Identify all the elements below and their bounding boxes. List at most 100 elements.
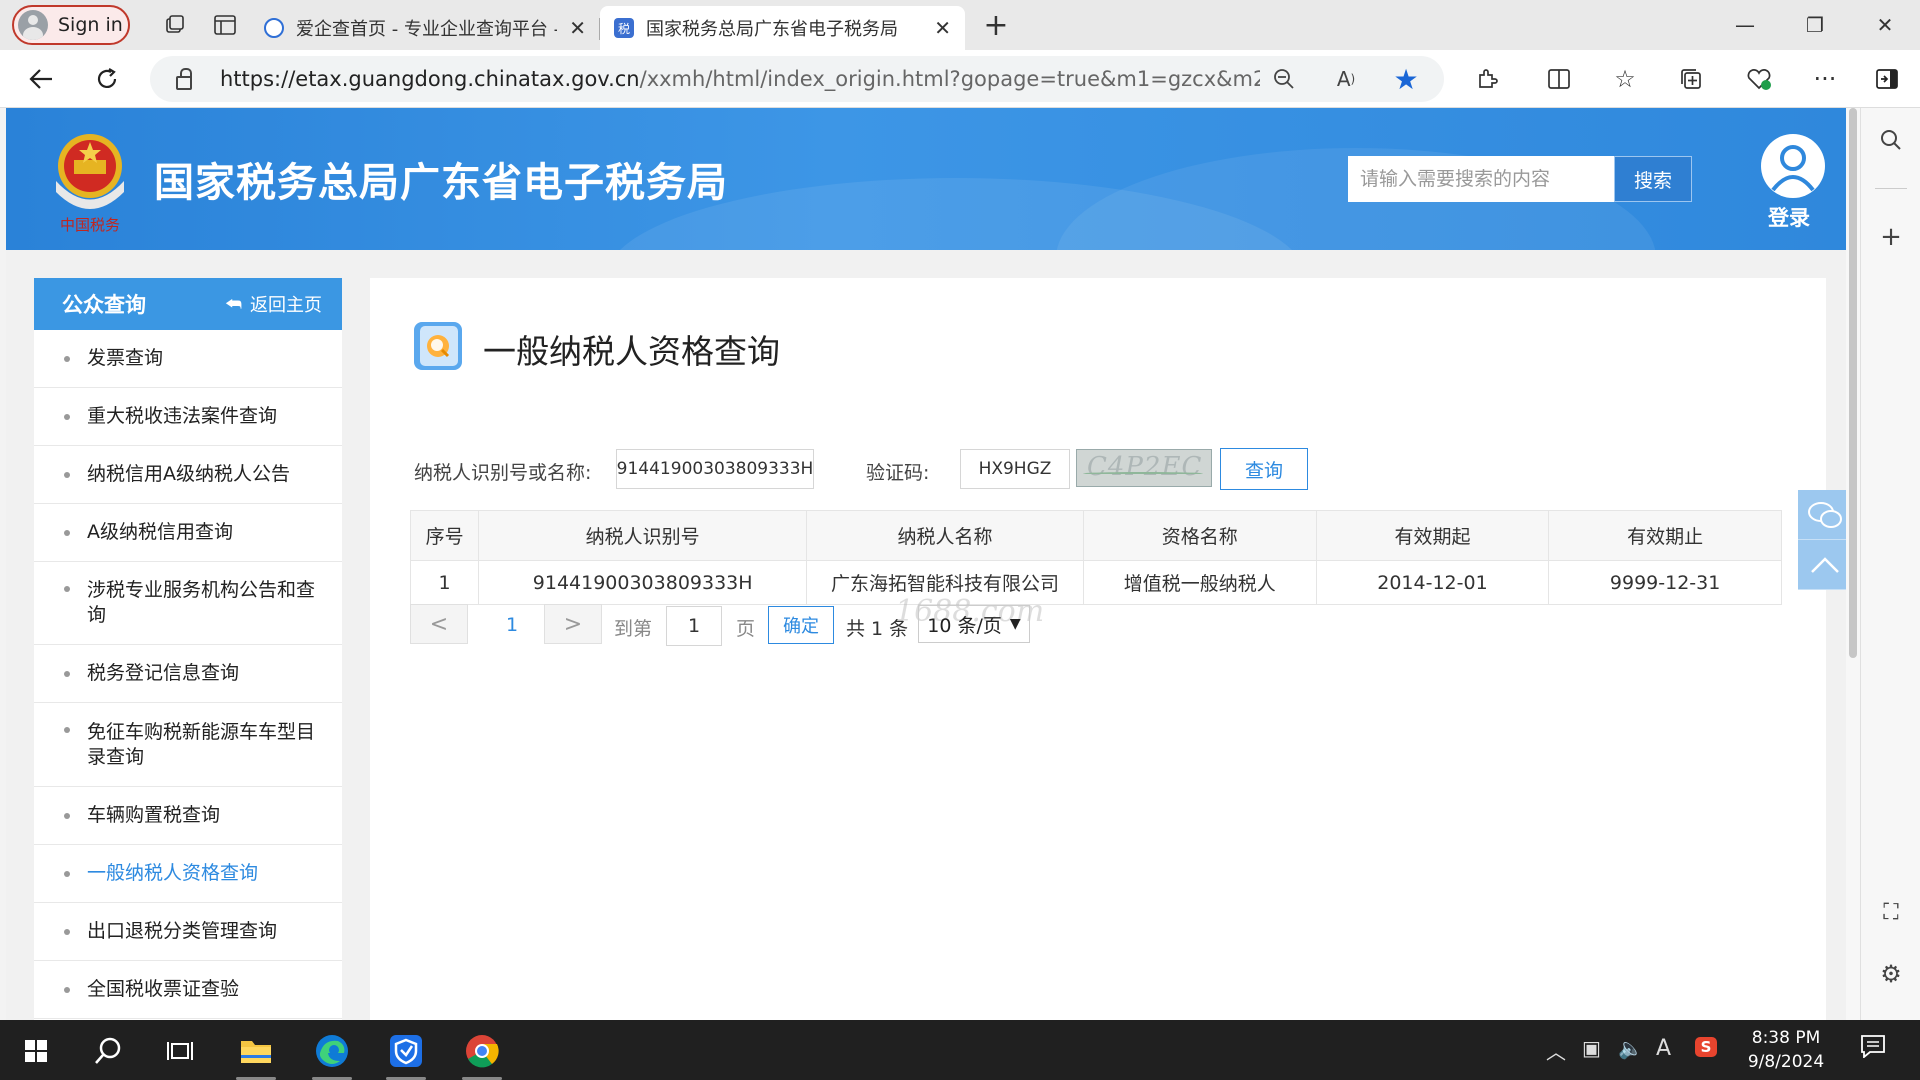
screenshot-icon[interactable]: ⛶ [1861,900,1920,925]
scrollbar-thumb[interactable] [1849,108,1857,658]
site-header: 中国税务 国家税务总局广东省电子税务局 搜索 登录 [6,108,1846,250]
svg-text:S: S [1701,1038,1712,1056]
goto-confirm-button[interactable]: 确定 [768,606,834,644]
collections-icon[interactable] [1666,54,1716,104]
more-menu-icon[interactable]: ··· [1800,54,1850,104]
col-header-qualification: 资格名称 [1082,510,1317,561]
col-header-index: 序号 [409,510,480,561]
menu-item-invoice-query[interactable]: 发票查询 [34,330,342,388]
notifications-icon[interactable] [1860,1034,1886,1063]
current-page-number[interactable]: 1 [506,614,518,636]
lock-icon[interactable] [176,68,192,90]
tab-title: 爱企查首页 - 专业企业查询平台 - [296,19,558,40]
goto-page-input[interactable]: 1 [666,606,722,646]
sidebar-toggle-icon[interactable] [1862,54,1912,104]
menu-item-new-energy-vehicle-catalog[interactable]: 免征车购税新能源车车型目录查询 [34,703,342,787]
table-header-row: 序号 纳税人识别号 纳税人名称 资格名称 有效期起 有效期止 [409,510,1782,561]
windows-start-icon[interactable] [8,1028,64,1074]
reload-icon[interactable] [74,54,140,104]
back-home-link[interactable]: ⮪ 返回主页 [225,291,322,317]
page-unit-label: 页 [736,618,756,640]
back-to-top-icon[interactable] [1798,540,1846,590]
workspaces-icon[interactable] [150,0,200,50]
url-text[interactable]: https://etax.guangdong.chinatax.gov.cn/x… [220,67,1260,91]
goto-label: 到第 [614,618,653,640]
system-clock[interactable]: 8:38 PM 9/8/2024 [1716,1026,1856,1074]
cell-qualification: 增值税一般纳税人 [1082,560,1317,605]
return-arrow-icon: ⮪ [225,293,242,315]
page-scrollbar[interactable] [1846,108,1860,1020]
clock-time: 8:38 PM [1751,1028,1821,1048]
menu-item-tax-service-agencies[interactable]: 涉税专业服务机构公告和查询 [34,562,342,645]
wechat-icon[interactable] [1798,490,1846,540]
page-size-select[interactable]: 10 条/页 ▼ [918,605,1030,643]
browser-essentials-icon[interactable] [1734,54,1784,104]
file-explorer-icon[interactable] [228,1028,284,1080]
split-screen-icon[interactable] [1534,54,1584,104]
col-header-taxpayer-id: 纳税人识别号 [478,510,808,561]
total-count: 共 1 条 [846,618,909,640]
menu-item-major-violation-cases[interactable]: 重大税收违法案件查询 [34,388,342,446]
browser-toolbar: https://etax.guangdong.chinatax.gov.cn/x… [0,50,1920,108]
menu-item-vehicle-purchase-tax[interactable]: 车辆购置税查询 [34,787,342,845]
task-view-icon[interactable] [152,1028,208,1074]
show-hidden-icons[interactable]: ︿ [1546,1036,1566,1065]
menu-item-general-taxpayer-query[interactable]: 一般纳税人资格查询 [34,845,342,903]
result-table: 序号 纳税人识别号 纳税人名称 资格名称 有效期起 有效期止 1 9144190… [409,510,1782,605]
captcha-image[interactable]: C4P2EC [1076,449,1212,487]
clock-date: 9/8/2024 [1747,1052,1825,1072]
profile-avatar-icon [18,10,48,40]
menu-item-tax-receipt-verification[interactable]: 全国税收票证查验 [34,961,342,1019]
network-icon[interactable]: ▣ [1582,1036,1601,1060]
close-tab-icon[interactable]: ✕ [569,16,586,40]
security-shield-icon[interactable] [378,1028,434,1080]
login-user-icon[interactable] [1761,134,1825,198]
tab-title: 国家税务总局广东省电子税务局 [646,19,898,40]
menu-item-a-credit-announcement[interactable]: 纳税信用A级纳税人公告 [34,446,342,504]
prev-page-button[interactable]: < [410,604,468,644]
sidebar-add-icon[interactable]: + [1861,222,1920,252]
table-row: 1 91441900303809333H 广东海拓智能科技有限公司 增值税一般纳… [409,560,1782,605]
menu-item-export-rebate-classification[interactable]: 出口退税分类管理查询 [34,903,342,961]
taxpayer-id-input[interactable]: 91441900303809333H [616,449,814,489]
new-tab-icon[interactable]: + [971,8,1021,43]
etax-favicon-icon: 税 [614,18,634,38]
favorite-star-icon[interactable]: ★ [1386,56,1426,102]
captcha-input[interactable]: HX9HGZ [960,449,1070,489]
address-bar[interactable]: https://etax.guangdong.chinatax.gov.cn/x… [150,56,1444,102]
cell-valid-from: 2014-12-01 [1315,560,1550,605]
chrome-browser-icon[interactable] [454,1028,510,1080]
menu-item-tax-registration[interactable]: 税务登记信息查询 [34,645,342,703]
tab-etax[interactable]: 税 国家税务总局广东省电子税务局 ✕ [600,6,965,50]
col-header-valid-to: 有效期止 [1548,510,1782,561]
restore-icon[interactable]: ❐ [1780,0,1850,50]
profile-signin-button[interactable]: Sign in [12,5,130,45]
login-link[interactable]: 登录 [1768,202,1810,232]
taskbar-search-icon[interactable] [80,1028,136,1074]
captcha-label: 验证码: [866,462,930,484]
sogou-input-icon[interactable]: S [1694,1036,1718,1063]
sidebar-search-icon[interactable] [1861,128,1920,159]
minimize-icon[interactable]: — [1710,0,1780,50]
read-aloud-icon[interactable]: A) [1326,56,1366,102]
site-search-button[interactable]: 搜索 [1614,156,1692,202]
back-arrow-icon[interactable] [8,54,74,104]
extensions-icon[interactable] [1462,54,1512,104]
close-tab-icon[interactable]: ✕ [934,16,951,40]
favorites-list-icon[interactable]: ☆ [1600,54,1650,104]
tab-aiqicha[interactable]: 爱企查首页 - 专业企业查询平台 - ✕ [250,6,600,50]
edge-browser-icon[interactable] [304,1028,360,1080]
cell-taxpayer-id: 91441900303809333H [478,560,808,605]
site-search-input[interactable] [1348,156,1614,202]
tab-actions-icon[interactable] [200,0,250,50]
close-window-icon[interactable]: ✕ [1850,0,1920,50]
volume-icon[interactable]: 🔈 [1618,1036,1643,1060]
windows-taskbar: ︿ ▣ 🔈 A S 8:38 PM 9/8/2024 [0,1020,1920,1080]
query-button[interactable]: 查询 [1220,448,1308,490]
input-method-indicator[interactable]: A [1656,1036,1671,1061]
menu-item-a-credit-query[interactable]: A级纳税信用查询 [34,504,342,562]
settings-gear-icon[interactable]: ⚙ [1861,960,1920,988]
next-page-button[interactable]: > [544,604,602,644]
emblem-caption: 中国税务 [60,216,120,234]
zoom-out-icon[interactable] [1264,56,1304,102]
